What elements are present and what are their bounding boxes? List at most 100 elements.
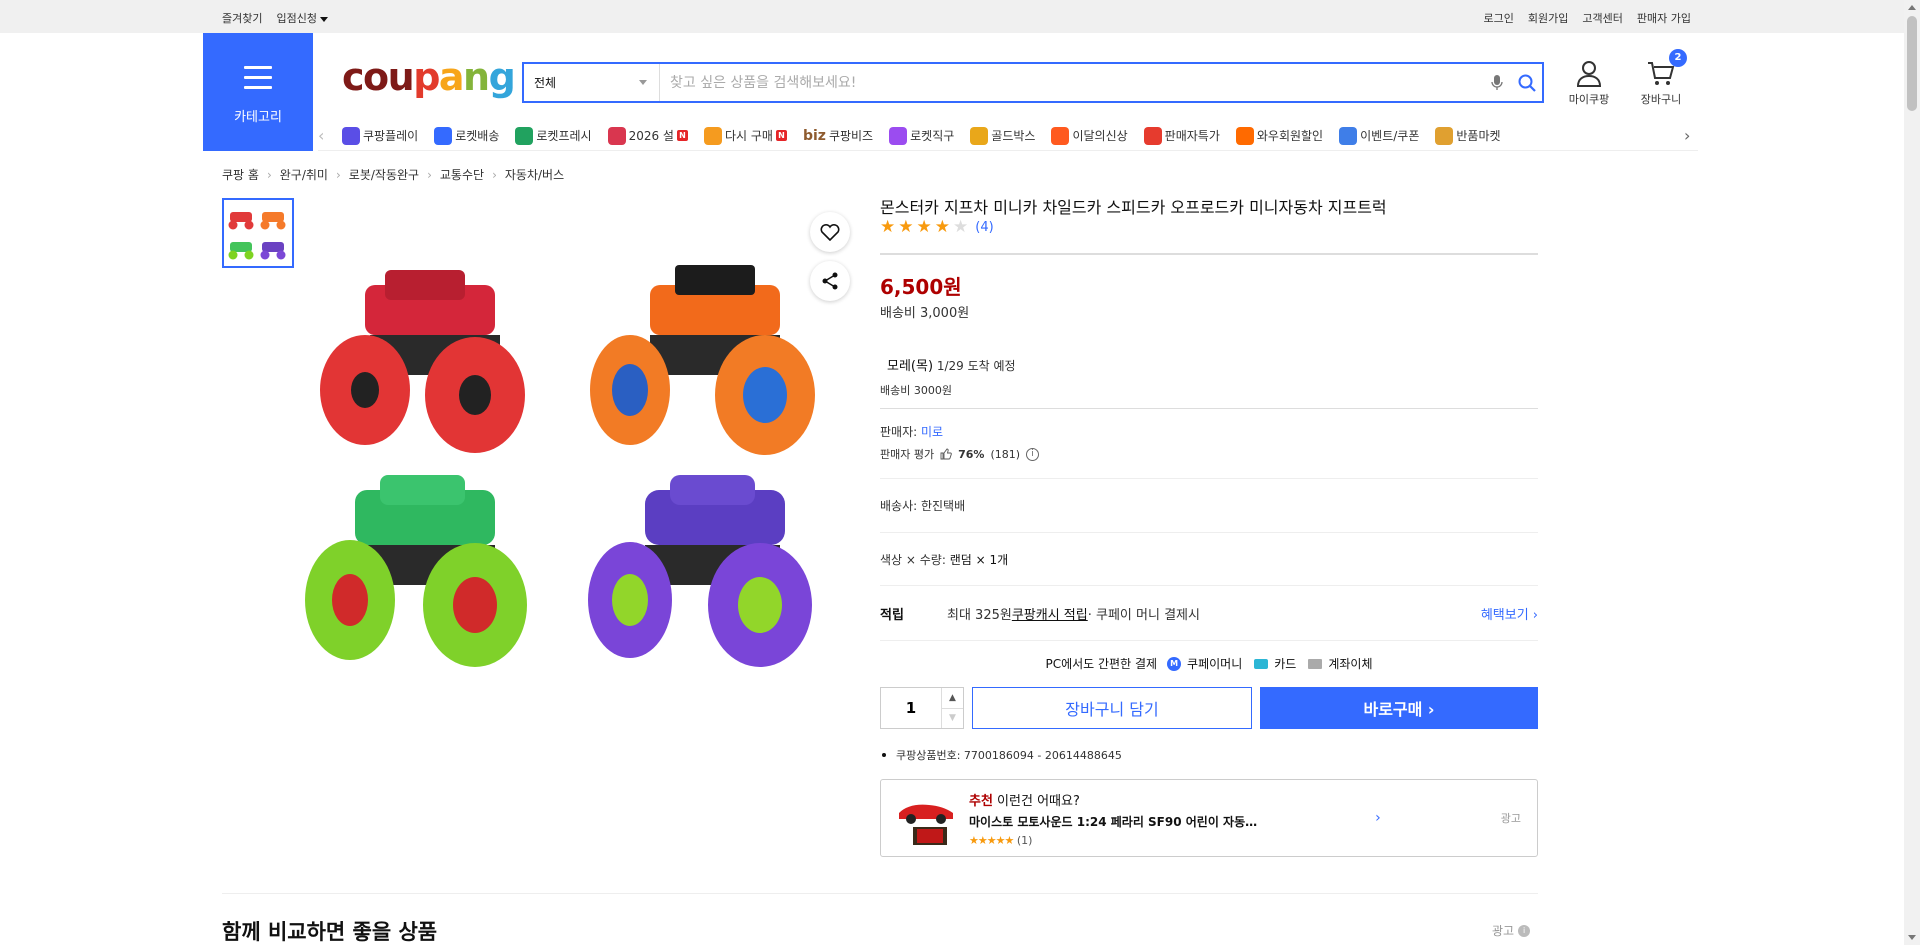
buy-now-button[interactable]: 바로구매 ›	[1260, 687, 1538, 729]
cart-button[interactable]: 2 장바구니	[1635, 49, 1687, 107]
option-row: 색상 × 수량: 랜덤 × 1개	[880, 533, 1538, 586]
bank-transfer-icon	[1308, 658, 1323, 669]
breadcrumb-separator-icon: ›	[492, 167, 497, 182]
breadcrumb-item[interactable]: 완구/취미	[280, 166, 328, 183]
nav-item[interactable]: 로켓직구	[889, 126, 954, 145]
seller-rating-label: 판매자 평가	[880, 448, 935, 461]
shipping-fee: 배송비 3,000원	[880, 306, 970, 321]
breadcrumb-separator-icon: ›	[427, 167, 432, 182]
nav-item[interactable]: 판매자특가	[1143, 126, 1220, 145]
breadcrumb-item[interactable]: 자동차/버스	[505, 166, 564, 183]
pay-money-label: 쿠페이머니	[1187, 657, 1243, 671]
recommend-heading: 추천 이런건 어때요?	[969, 790, 1355, 809]
breadcrumb-item[interactable]: 쿠팡 홈	[222, 166, 259, 183]
search-input[interactable]	[660, 64, 1482, 101]
partner-apply-link[interactable]: 입점신청	[276, 10, 328, 26]
add-to-cart-button[interactable]: 장바구니 담기	[972, 687, 1252, 729]
info-icon[interactable]: i	[1518, 924, 1531, 937]
customer-center-link[interactable]: 고객센터	[1582, 10, 1622, 26]
login-link[interactable]: 로그인	[1484, 10, 1514, 26]
rating-row[interactable]: ★ ★ ★ ★ ★ (4)	[880, 218, 1538, 255]
recommend-card[interactable]: 추천 이런건 어때요? 마이스토 모토사운드 1:24 페라리 SF90 어린이…	[880, 779, 1538, 857]
scroll-up-icon[interactable]	[1908, 5, 1916, 10]
seller-join-link[interactable]: 판매자 가입	[1637, 10, 1691, 26]
search-icon[interactable]	[1512, 64, 1542, 101]
signup-link[interactable]: 회원가입	[1528, 10, 1568, 26]
nav-item[interactable]: 로켓배송	[434, 126, 499, 145]
recommend-stars: ★★★★★	[969, 833, 1014, 847]
quantity-input[interactable]	[881, 699, 941, 717]
quantity-increase-icon[interactable]: ▲	[942, 688, 963, 708]
scrollbar-thumb[interactable]	[1907, 16, 1917, 111]
nav-prev-arrow-icon[interactable]: ‹	[318, 126, 332, 145]
logo-part: p	[413, 55, 440, 99]
coupay-money-icon: M	[1167, 656, 1182, 671]
play-icon	[342, 126, 360, 145]
category-menu-button[interactable]: 카테고리	[203, 33, 313, 151]
benefit-view-link[interactable]: 혜택보기 ›	[1481, 604, 1538, 623]
breadcrumb-separator-icon: ›	[335, 167, 341, 182]
quantity-decrease-icon[interactable]: ▼	[942, 707, 963, 729]
pay-bank-label: 계좌이체	[1328, 657, 1373, 671]
logo-part: a	[438, 55, 465, 99]
new-badge: N	[676, 130, 688, 141]
product-thumbnail[interactable]	[222, 198, 294, 268]
breadcrumb-item[interactable]: 로봇/작동완구	[349, 166, 419, 183]
compare-ad-label: 광고 i	[1492, 922, 1531, 939]
seller-rating-row: 판매자 평가 76% (181) i	[880, 446, 1538, 479]
nav-item[interactable]: 2026 설N	[607, 126, 688, 145]
page-scrollbar[interactable]	[1904, 0, 1920, 945]
product-number: 쿠팡상품번호: 7700186094 - 20614488645	[896, 749, 1122, 762]
product-main-image[interactable]	[305, 255, 865, 685]
share-icon	[822, 272, 838, 290]
nav-item[interactable]: 이달의신상	[1051, 126, 1128, 145]
seller-rating-percent: 76%	[958, 447, 985, 461]
nav-item[interactable]: biz 쿠팡비즈	[803, 127, 873, 145]
share-button[interactable]	[810, 261, 850, 301]
recommend-heading-text: 이런건 어때요?	[992, 793, 1080, 809]
cart-label: 장바구니	[1640, 93, 1682, 106]
pay-card-label: 카드	[1274, 657, 1297, 671]
bookmark-link[interactable]: 즐겨찾기	[222, 10, 262, 26]
nav-item[interactable]: 쿠팡플레이	[342, 126, 418, 145]
recommend-product-image	[897, 789, 955, 847]
my-coupang-button[interactable]: 마이쿠팡	[1563, 58, 1615, 107]
new-badge: N	[775, 130, 787, 141]
coupang-logo[interactable]: coupang	[342, 55, 516, 99]
nav-item[interactable]: 와우회원할인	[1235, 126, 1323, 145]
gift-icon	[607, 126, 626, 145]
review-count-link[interactable]: (4)	[975, 220, 993, 235]
pay-title: PC에서도 간편한 결제	[1045, 657, 1158, 671]
info-icon[interactable]: i	[1026, 447, 1040, 461]
microphone-icon[interactable]	[1482, 64, 1512, 101]
seller-rating-count: (181)	[990, 447, 1021, 461]
search-scope-select[interactable]: 전체	[524, 64, 660, 101]
user-icon	[1576, 61, 1602, 87]
logo-part: cou	[342, 55, 415, 99]
chevron-down-icon	[639, 80, 647, 85]
scroll-down-icon[interactable]	[1908, 935, 1916, 940]
pc-payment-info: PC에서도 간편한 결제 M 쿠페이머니 카드 계좌이체	[880, 655, 1538, 672]
coupang-cash-link[interactable]: 쿠팡캐시 적립	[1012, 604, 1088, 623]
star-empty-icon: ★	[953, 216, 969, 237]
nav-item-label: 쿠팡비즈	[828, 129, 874, 143]
bag-icon	[1051, 126, 1070, 145]
top-utility-bar: 즐겨찾기 입점신청 로그인 회원가입 고객센터 판매자 가입	[0, 0, 1904, 33]
chevron-right-icon[interactable]: ›	[1375, 810, 1381, 826]
nav-item-label: 이벤트/쿠폰	[1360, 129, 1420, 143]
wishlist-heart-button[interactable]	[810, 212, 850, 252]
nav-item[interactable]: 로켓프레시	[515, 126, 592, 145]
market-icon	[1435, 126, 1454, 145]
nav-item[interactable]: 다시 구매 N	[703, 126, 787, 145]
nav-item[interactable]: 반품마켓	[1435, 126, 1501, 145]
nav-next-arrow-icon[interactable]: ›	[1684, 126, 1698, 145]
seller-name-link[interactable]: 미로	[921, 425, 943, 439]
product-price: 6,500원	[880, 275, 962, 299]
nav-item[interactable]: 이벤트/쿠폰	[1339, 126, 1420, 145]
nav-item[interactable]: 골드박스	[970, 126, 1035, 145]
breadcrumb-item[interactable]: 교통수단	[440, 166, 484, 183]
recommend-rating: ★★★★★ (1)	[969, 834, 1355, 847]
search-scope-value: 전체	[534, 76, 557, 90]
heart-icon	[820, 223, 840, 241]
home-icon	[703, 126, 722, 145]
